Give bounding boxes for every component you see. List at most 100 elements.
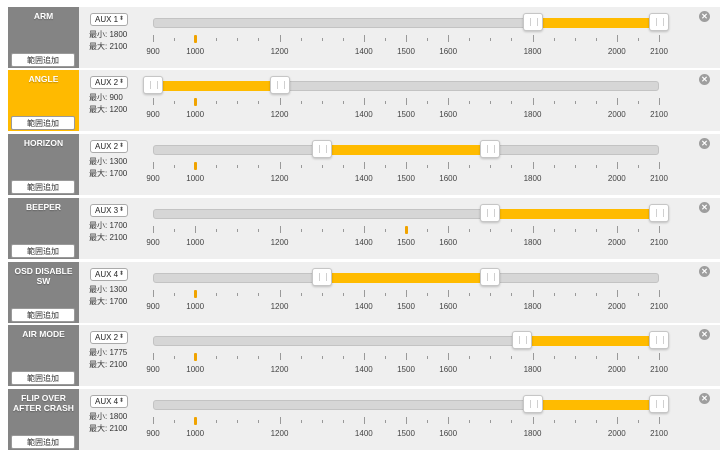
- range-min-handle[interactable]: [311, 268, 332, 286]
- scale-minor-tick: [216, 38, 218, 41]
- modes-panel: ARM 範囲追加 AUX 1 ⬍ 最小: 1800 最大: 2100 900 1000 1200…: [0, 0, 720, 461]
- scale-tick-label: 900: [146, 47, 160, 56]
- scale-major-tick: [279, 162, 281, 169]
- scale-tick-label: 1400: [354, 429, 373, 438]
- range-min-handle[interactable]: [522, 395, 543, 413]
- scale-minor-tick: [342, 293, 344, 296]
- range-max-handle[interactable]: [649, 395, 669, 413]
- add-range-button[interactable]: 範囲追加: [11, 435, 75, 449]
- range-min-label: 最小: 1775: [89, 348, 128, 357]
- aux-channel-value: AUX 4: [95, 397, 119, 406]
- scale-tick-label: 1200: [270, 174, 289, 183]
- range-max-handle[interactable]: [649, 331, 669, 349]
- scale-minor-tick: [237, 420, 239, 423]
- scale-minor-tick: [469, 420, 471, 423]
- scale-minor-tick: [427, 165, 429, 168]
- scale-tick-label: 1600: [439, 47, 458, 56]
- remove-range-icon[interactable]: ✕: [699, 393, 710, 404]
- scale-tick-label: 1500: [397, 429, 415, 438]
- range-min-handle[interactable]: [480, 204, 501, 222]
- aux-channel-select[interactable]: AUX 2 ⬍: [90, 140, 128, 153]
- range-max-handle[interactable]: [480, 268, 501, 286]
- scale-minor-tick: [490, 165, 492, 168]
- remove-range-icon[interactable]: ✕: [699, 138, 710, 149]
- range-max-label: 最大: 1700: [89, 169, 128, 178]
- range-min-handle[interactable]: [143, 76, 163, 94]
- scale-major-tick: [448, 290, 450, 297]
- mode-name: HORIZON: [23, 138, 64, 148]
- remove-range-icon[interactable]: ✕: [699, 202, 710, 213]
- scale-tick-label: 1000: [186, 174, 205, 183]
- aux-channel-select[interactable]: AUX 2 ⬍: [90, 76, 128, 89]
- scale-minor-tick: [300, 293, 302, 296]
- range-max-handle[interactable]: [649, 13, 669, 31]
- scale-minor-tick: [469, 38, 471, 41]
- add-range-button[interactable]: 範囲追加: [11, 244, 75, 258]
- add-range-button[interactable]: 範囲追加: [11, 308, 75, 322]
- scale-minor-tick: [258, 420, 260, 423]
- scale-tick-label: 1500: [397, 174, 415, 183]
- scale-major-tick: [153, 353, 154, 360]
- scale-minor-tick: [490, 293, 492, 296]
- aux-channel-value: AUX 3: [95, 206, 119, 215]
- scale-minor-tick: [553, 101, 555, 104]
- range-fill: [521, 336, 659, 346]
- scale-major-tick: [279, 226, 281, 233]
- scale-minor-tick: [490, 420, 492, 423]
- range-min-handle[interactable]: [511, 331, 532, 349]
- mode-label-panel: AIR MODE 範囲追加: [8, 325, 79, 386]
- remove-range-icon[interactable]: ✕: [699, 74, 710, 85]
- range-fill: [532, 18, 659, 28]
- mode-name: AIR MODE: [22, 329, 65, 339]
- remove-range-icon[interactable]: ✕: [699, 266, 710, 277]
- mode-name: BEEPER: [26, 202, 61, 212]
- scale-minor-tick: [637, 101, 639, 104]
- scale-major-tick: [616, 417, 618, 424]
- aux-channel-select[interactable]: AUX 1 ⬍: [90, 13, 128, 26]
- range-fill: [153, 81, 280, 91]
- range-max-handle[interactable]: [480, 140, 501, 158]
- scale-tick-label: 2000: [607, 47, 626, 56]
- range-min-handle[interactable]: [522, 13, 543, 31]
- remove-range-icon[interactable]: ✕: [699, 329, 710, 340]
- scale-minor-tick: [595, 165, 597, 168]
- scale-major-tick: [532, 417, 534, 424]
- mode-name: FLIP OVER AFTER CRASH: [13, 393, 74, 413]
- add-range-button[interactable]: 範囲追加: [11, 180, 75, 194]
- add-range-button[interactable]: 範囲追加: [11, 371, 75, 385]
- updown-arrows-icon: ⬍: [118, 334, 124, 340]
- add-range-button[interactable]: 範囲追加: [11, 53, 75, 67]
- scale-tick-label: 1200: [270, 302, 289, 311]
- scale-minor-tick: [637, 293, 639, 296]
- range-max-handle[interactable]: [269, 76, 290, 94]
- scale-tick-label: 1200: [270, 365, 289, 374]
- range-max-label: 最大: 2100: [89, 424, 128, 433]
- scale-minor-tick: [637, 356, 639, 359]
- add-range-button[interactable]: 範囲追加: [11, 116, 75, 130]
- scale-tick-label: 2000: [607, 302, 626, 311]
- range-min-handle[interactable]: [311, 140, 332, 158]
- range-max-label: 最大: 2100: [89, 233, 128, 242]
- remove-range-icon[interactable]: ✕: [699, 11, 710, 22]
- aux-channel-select[interactable]: AUX 2 ⬍: [90, 331, 128, 344]
- range-max-handle[interactable]: [649, 204, 669, 222]
- scale-tick-label: 2000: [607, 110, 626, 119]
- scale-tick-label: 900: [146, 365, 160, 374]
- scale-major-tick: [363, 417, 365, 424]
- scale-tick-label: 1200: [270, 429, 289, 438]
- aux-channel-select[interactable]: AUX 3 ⬍: [90, 204, 128, 217]
- scale-minor-tick: [237, 229, 239, 232]
- scale-major-tick: [659, 98, 660, 105]
- scale-tick-label: 1400: [354, 110, 373, 119]
- scale-tick-label: 1800: [523, 302, 542, 311]
- scale-minor-tick: [553, 293, 555, 296]
- scale-minor-tick: [469, 293, 471, 296]
- scale-major-tick: [153, 35, 154, 42]
- aux-channel-select[interactable]: AUX 4 ⬍: [90, 395, 128, 408]
- scale-major-tick: [279, 417, 281, 424]
- scale-tick-label: 1600: [439, 365, 458, 374]
- aux-channel-select[interactable]: AUX 4 ⬍: [90, 268, 128, 281]
- scale-minor-tick: [469, 165, 471, 168]
- scale-tick-label: 1200: [270, 110, 289, 119]
- scale-minor-tick: [216, 356, 218, 359]
